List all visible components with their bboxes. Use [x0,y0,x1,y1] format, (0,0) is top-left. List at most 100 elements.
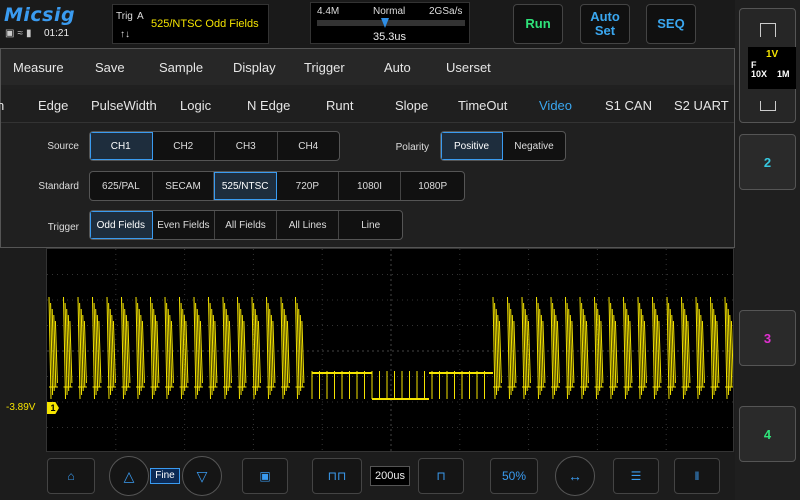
tab-measure[interactable]: Measure [13,60,64,75]
menu-tab-bar: Measure Save Sample Display Trigger Auto… [1,49,734,85]
up-arrow-icon: △ [123,467,135,484]
tab-trigger[interactable]: Trigger [304,60,345,75]
channel-1-button[interactable]: 1V F 10X 1M [739,8,796,123]
fine-toggle[interactable]: Fine [150,468,180,484]
channel-1-offset: -3.89V [6,402,36,413]
cursor-icon: ‖ [694,469,700,483]
channel-4-label: 4 [763,427,772,442]
trigger-even-fields[interactable]: Even Fields [153,211,216,239]
source-ch2[interactable]: CH2 [153,132,215,160]
measure-icon: ↔ [568,468,582,484]
polarity-positive[interactable]: Positive [441,132,504,160]
trigger-all-lines[interactable]: All Lines [277,211,340,239]
channel-2-button[interactable]: 2 [739,134,796,190]
bottom-bar: ⌂ △ Fine ▽ ▣ ⊓⊓ 200us ⊓ 50% ↔ ☰ ‖ [0,452,735,500]
channel-1-volts-div: 1V [766,49,779,60]
horizontal-position: 35.3us [373,31,407,43]
trigger-type-s1-can[interactable]: S1 CAN [605,98,652,113]
trigger-description: 525/NTSC Odd Fields [151,18,259,30]
status-icons: ▣ ≈ ▮ [5,28,31,39]
memory-depth: 4.4M [317,6,340,17]
auto-set-button[interactable]: Auto Set [580,4,630,44]
standard-selector: 625/PAL SECAM 525/NTSC 720P 1080I 1080P [89,171,465,201]
battery-icon: ▮ [25,28,32,39]
home-button[interactable]: ⌂ [47,458,95,494]
timebase-increase-button[interactable]: ⊓ [418,458,464,494]
trigger-label: Trig [116,11,133,22]
channel-1-probe: 10X [751,69,768,79]
trigger-channel: A [137,11,144,22]
trigger-edge-icon: ↑↓ [120,29,130,40]
rising-wave-icon [760,23,776,37]
zoom-button[interactable]: 50% [490,458,538,494]
timebase-decrease-button[interactable]: ⊓⊓ [312,458,362,494]
tab-userset[interactable]: Userset [446,60,491,75]
run-button[interactable]: Run [513,4,563,44]
oscilloscope-screen: Micsig ▣ ≈ ▮ 01:21 Trig A ↑↓ 525/NTSC Od… [0,0,800,500]
timebase-status-box[interactable]: 4.4M Normal 2GSa/s 35.3us [310,2,470,44]
source-ch3[interactable]: CH3 [215,132,278,160]
trigger-mode-label: Trigger [47,222,79,233]
save-button[interactable]: ▣ [242,458,288,494]
down-button[interactable]: ▽ [182,456,222,496]
top-bar: Micsig ▣ ≈ ▮ 01:21 Trig A ↑↓ 525/NTSC Od… [0,0,735,48]
trigger-type-partial[interactable]: n [0,98,4,113]
standard-625-pal[interactable]: 625/PAL [90,172,153,200]
up-button[interactable]: △ [109,456,149,496]
standard-1080p[interactable]: 1080P [401,172,464,200]
auto-set-label-2: Set [594,23,616,38]
cursor-button[interactable]: ‖ [674,458,720,494]
trigger-type-bar: n Edge PulseWidth Logic N Edge Runt Slop… [0,89,734,123]
tab-display[interactable]: Display [233,60,276,75]
standard-1080i[interactable]: 1080I [339,172,402,200]
brand-logo: Micsig [4,4,76,26]
trigger-type-n-edge[interactable]: N Edge [247,98,290,113]
channel-1-info: 1V F 10X 1M [748,47,796,89]
monitor-icon: ▣ [5,28,15,39]
trigger-type-runt[interactable]: Runt [326,98,353,113]
polarity-negative[interactable]: Negative [503,132,565,160]
channel-1-trace [48,296,733,400]
trigger-type-s2-uart[interactable]: S2 UART [674,98,729,113]
wave-wide-icon: ⊓ [436,469,446,483]
trigger-type-slope[interactable]: Slope [395,98,428,113]
menu-button[interactable]: ☰ [613,458,659,494]
acquire-mode: Normal [373,6,406,17]
seq-button[interactable]: SEQ [646,4,696,44]
channel-2-label: 2 [763,155,772,170]
waveform-display[interactable] [46,248,734,452]
source-ch4[interactable]: CH4 [278,132,340,160]
trigger-all-fields[interactable]: All Fields [215,211,277,239]
save-icon: ▣ [259,469,271,483]
trigger-odd-fields[interactable]: Odd Fields [90,211,153,239]
standard-525-ntsc[interactable]: 525/NTSC [214,172,278,200]
trigger-mode-selector: Odd Fields Even Fields All Fields All Li… [89,210,403,240]
sample-rate: 2GSa/s [429,6,463,17]
source-ch1[interactable]: CH1 [90,132,153,160]
trigger-type-logic[interactable]: Logic [180,98,211,113]
trigger-line[interactable]: Line [339,211,402,239]
down-arrow-icon: ▽ [196,467,208,484]
waveform-svg [47,249,733,451]
trigger-status-box[interactable]: Trig A ↑↓ 525/NTSC Odd Fields [112,4,269,44]
trigger-type-timeout[interactable]: TimeOut [458,98,507,113]
channel-4-button[interactable]: 4 [739,406,796,462]
trigger-type-pulsewidth[interactable]: PulseWidth [91,98,157,113]
tab-auto[interactable]: Auto [384,60,411,75]
tab-sample[interactable]: Sample [159,60,203,75]
settings-menu: Measure Save Sample Display Trigger Auto… [0,48,735,248]
wave-narrow-icon: ⊓⊓ [327,469,347,483]
source-selector: CH1 CH2 CH3 CH4 [89,131,340,161]
standard-720p[interactable]: 720P [277,172,339,200]
tab-save[interactable]: Save [95,60,125,75]
channel-3-button[interactable]: 3 [739,310,796,366]
standard-secam[interactable]: SECAM [153,172,215,200]
source-label: Source [47,141,79,152]
home-icon: ⌂ [67,469,75,483]
polarity-label: Polarity [395,142,429,153]
trigger-type-edge[interactable]: Edge [38,98,68,113]
channel-panel: 1V F 10X 1M 2 3 4 [735,0,800,500]
measure-button[interactable]: ↔ [555,456,595,496]
trigger-type-video[interactable]: Video [539,98,572,113]
falling-wave-icon [760,101,776,111]
